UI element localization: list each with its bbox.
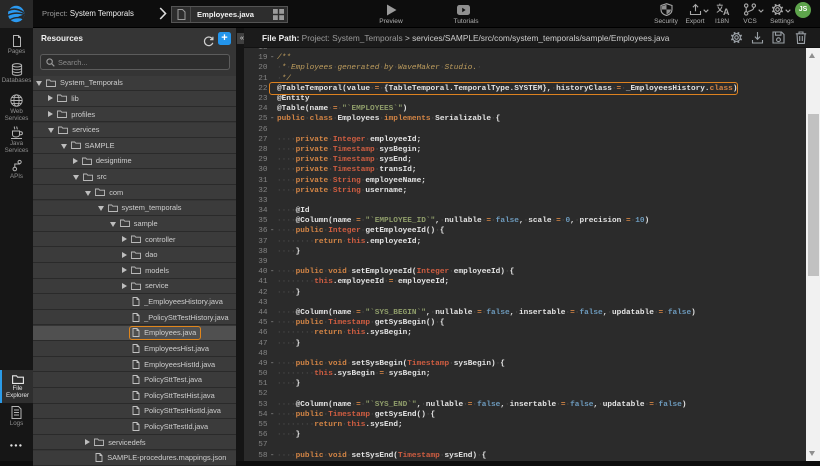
svg-text:A: A [723, 7, 730, 16]
